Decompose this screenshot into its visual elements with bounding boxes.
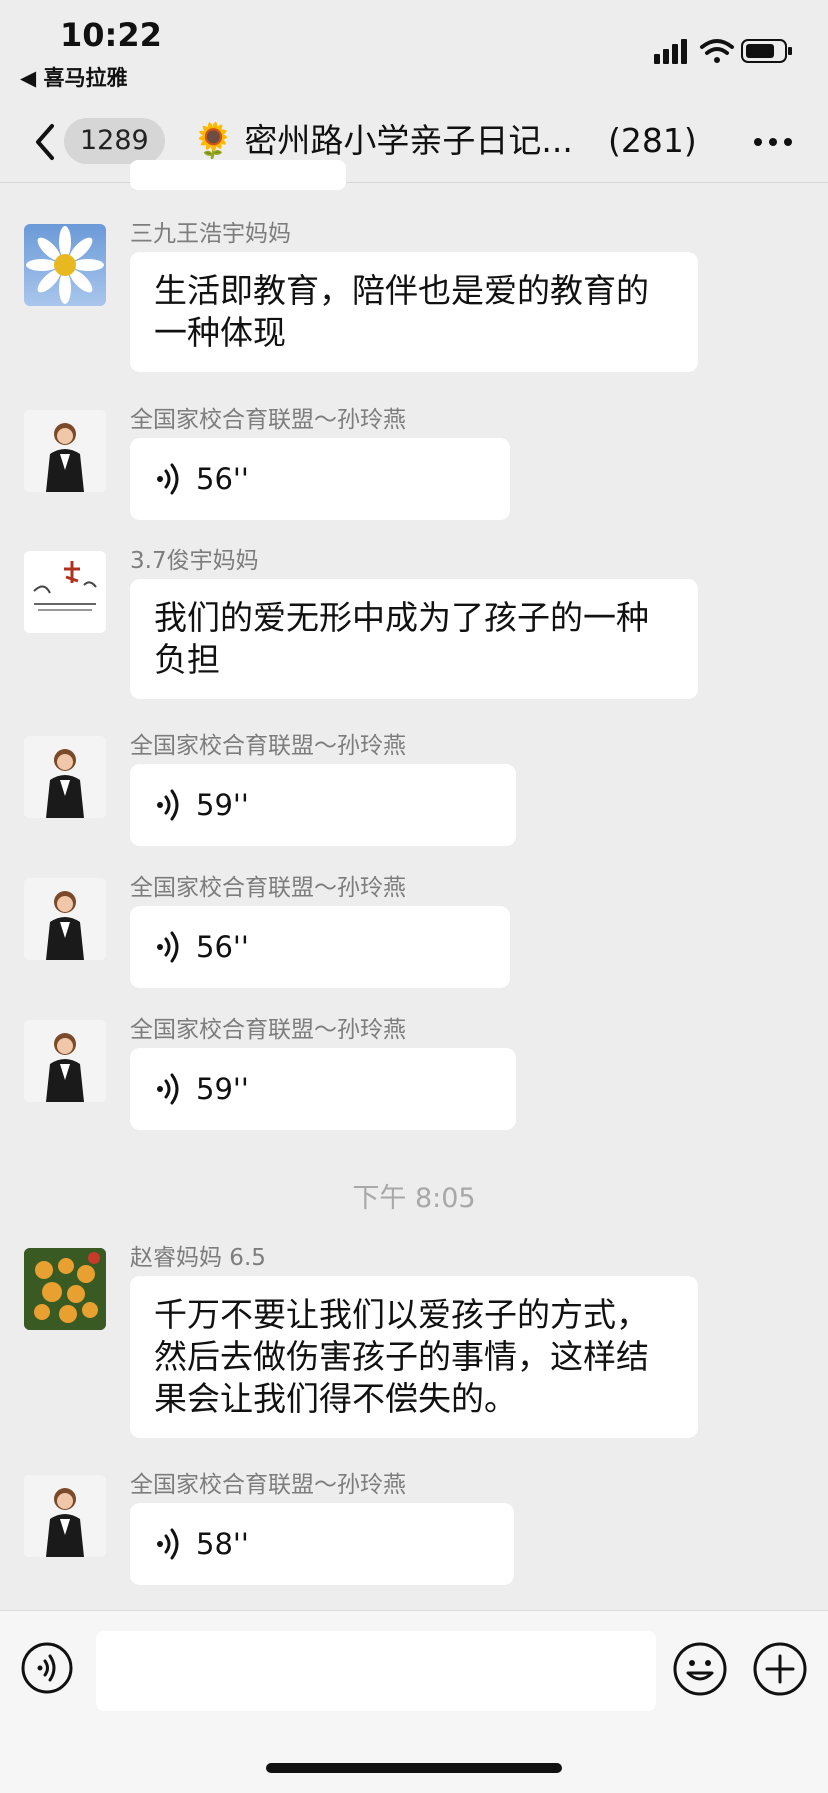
member-count: (281) bbox=[608, 121, 697, 160]
more-actions-button[interactable] bbox=[752, 1641, 808, 1697]
message-input[interactable] bbox=[96, 1631, 656, 1711]
person-avatar-image bbox=[24, 1475, 106, 1557]
emoji-button[interactable] bbox=[672, 1641, 728, 1697]
voice-wave-icon bbox=[157, 789, 179, 821]
more-options-button[interactable] bbox=[752, 124, 794, 160]
calligraphy-avatar-image bbox=[24, 551, 106, 633]
signal-icon bbox=[654, 39, 687, 64]
avatar[interactable] bbox=[24, 410, 106, 492]
voice-input-button[interactable] bbox=[20, 1641, 74, 1695]
person-avatar-image bbox=[24, 410, 106, 492]
sender-name: 三九王浩宇妈妈 bbox=[130, 221, 291, 247]
sender-name: 全国家校合育联盟～孙玲燕 bbox=[130, 875, 406, 901]
avatar[interactable] bbox=[24, 1248, 106, 1330]
status-icons bbox=[654, 36, 794, 66]
back-to-app-link[interactable]: ◀ 喜马拉雅 bbox=[20, 62, 127, 92]
sender-name: 3.7俊宇妈妈 bbox=[130, 548, 259, 574]
voice-duration: 59'' bbox=[196, 788, 249, 822]
avatar[interactable] bbox=[24, 1475, 106, 1557]
chat-title-text: 密州路小学亲子日记... bbox=[244, 121, 573, 160]
sender-name: 全国家校合育联盟～孙玲燕 bbox=[130, 1472, 406, 1498]
voice-wave-icon bbox=[157, 1528, 179, 1560]
chat-header: 1289 🌻 密州路小学亲子日记... (281) bbox=[0, 104, 828, 180]
partial-message-bubble bbox=[130, 160, 346, 190]
person-avatar-image bbox=[24, 1020, 106, 1102]
voice-wave-icon bbox=[157, 931, 179, 963]
avatar[interactable] bbox=[24, 1020, 106, 1102]
back-button[interactable] bbox=[28, 120, 68, 164]
avatar[interactable] bbox=[24, 551, 106, 633]
smiley-icon bbox=[673, 1642, 727, 1696]
person-avatar-image bbox=[24, 736, 106, 818]
daisy-avatar-image bbox=[26, 226, 104, 304]
message-bubble[interactable]: 我们的爱无形中成为了孩子的一种负担 bbox=[130, 579, 698, 699]
voice-message-bubble[interactable]: 58'' bbox=[130, 1503, 514, 1585]
voice-wave-icon bbox=[157, 1073, 179, 1105]
avatar[interactable] bbox=[24, 878, 106, 960]
sender-name: 赵睿妈妈 6.5 bbox=[130, 1245, 266, 1271]
voice-mode-icon bbox=[21, 1642, 73, 1694]
sender-name: 全国家校合育联盟～孙玲燕 bbox=[130, 733, 406, 759]
message-bubble[interactable]: 生活即教育，陪伴也是爱的教育的一种体现 bbox=[130, 252, 698, 372]
voice-wave-icon bbox=[157, 463, 179, 495]
avatar[interactable] bbox=[24, 224, 106, 306]
voice-message-bubble[interactable]: 56'' bbox=[130, 438, 510, 520]
wifi-icon bbox=[700, 39, 734, 63]
voice-duration: 56'' bbox=[196, 930, 249, 964]
battery-icon bbox=[741, 39, 792, 63]
header-divider bbox=[0, 182, 828, 183]
plus-icon bbox=[753, 1642, 807, 1696]
sender-name: 全国家校合育联盟～孙玲燕 bbox=[130, 407, 406, 433]
voice-duration: 59'' bbox=[196, 1072, 249, 1106]
voice-message-bubble[interactable]: 59'' bbox=[130, 764, 516, 846]
flowers-avatar-image bbox=[24, 1248, 106, 1330]
status-time: 10:22 bbox=[60, 16, 162, 54]
chat-title: 🌻 密州路小学亲子日记... bbox=[192, 118, 573, 164]
voice-duration: 56'' bbox=[196, 462, 249, 496]
more-icon bbox=[754, 138, 792, 146]
home-indicator[interactable] bbox=[266, 1763, 562, 1773]
sender-name: 全国家校合育联盟～孙玲燕 bbox=[130, 1017, 406, 1043]
message-bubble[interactable]: 千万不要让我们以爱孩子的方式，然后去做伤害孩子的事情，这样结果会让我们得不偿失的… bbox=[130, 1276, 698, 1438]
voice-duration: 58'' bbox=[196, 1527, 249, 1561]
person-avatar-image bbox=[24, 878, 106, 960]
sunflower-icon: 🌻 bbox=[192, 121, 235, 161]
unread-count-badge[interactable]: 1289 bbox=[64, 118, 165, 164]
voice-message-bubble[interactable]: 56'' bbox=[130, 906, 510, 988]
chevron-left-icon bbox=[36, 124, 54, 160]
voice-message-bubble[interactable]: 59'' bbox=[130, 1048, 516, 1130]
message-timestamp: 下午 8:05 bbox=[352, 1183, 476, 1214]
avatar[interactable] bbox=[24, 736, 106, 818]
